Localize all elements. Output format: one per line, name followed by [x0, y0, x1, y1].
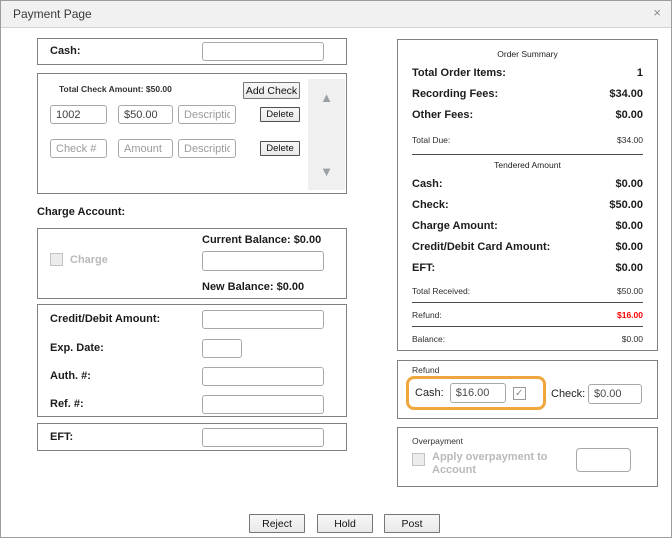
overpayment-title: Overpayment	[412, 436, 463, 446]
delete-check-button[interactable]: Delete	[260, 107, 300, 122]
card-group: Credit/Debit Amount: Exp. Date: Auth. #:…	[37, 304, 347, 417]
refund-cash-checkbox[interactable]: ✓	[513, 387, 526, 400]
total-check-amount-label: Total Check Amount: $50.00	[59, 84, 172, 94]
refund-value: $16.00	[617, 310, 643, 320]
checks-group: Total Check Amount: $50.00 Add Check Del…	[37, 73, 347, 194]
balance-label: Balance:	[412, 334, 445, 344]
summary-row-value: 1	[637, 67, 643, 79]
refund-group: Refund Cash: ✓ Check:	[397, 360, 658, 419]
scroll-up-icon[interactable]: ▲	[320, 91, 333, 104]
charge-account-label: Charge Account:	[37, 206, 125, 218]
hold-button[interactable]: Hold	[317, 514, 373, 533]
charge-checkbox-label: Charge	[70, 254, 108, 266]
charge-amount-input[interactable]	[202, 251, 324, 271]
summary-row-value: $0.00	[615, 178, 643, 190]
ref-number-input[interactable]	[202, 395, 324, 414]
checkmark-icon: ✓	[515, 388, 523, 399]
titlebar: Payment Page ×	[1, 1, 671, 28]
order-summary-group: Order Summary Total Order Items: 1 Recor…	[397, 39, 658, 351]
summary-row-label: Recording Fees:	[412, 88, 498, 100]
exp-date-label: Exp. Date:	[50, 342, 104, 354]
check-number-input[interactable]	[50, 105, 107, 124]
cash-input[interactable]	[202, 42, 324, 61]
order-summary-title: Order Summary	[412, 44, 643, 62]
current-balance-label: Current Balance: $0.00	[202, 234, 321, 246]
summary-row-value: $0.00	[615, 109, 643, 121]
refund-check-label: Check:	[551, 388, 585, 400]
summary-row-label: Credit/Debit Card Amount:	[412, 241, 550, 253]
summary-row: Other Fees: $0.00	[412, 104, 643, 125]
total-due-row: Total Due: $34.00	[412, 125, 643, 154]
exp-date-input[interactable]	[202, 339, 242, 358]
scrollbar[interactable]: ▲ ▼	[308, 79, 345, 190]
credit-debit-amount-input[interactable]	[202, 310, 324, 329]
charge-checkbox[interactable]	[50, 253, 63, 266]
credit-debit-amount-label: Credit/Debit Amount:	[50, 313, 160, 325]
overpayment-checkbox-label: Apply overpayment to Account	[432, 451, 554, 477]
summary-row: Charge Amount: $0.00	[412, 215, 643, 236]
total-received-label: Total Received:	[412, 286, 470, 296]
refund-label: Refund:	[412, 310, 442, 320]
overpayment-checkbox[interactable]	[412, 453, 425, 466]
summary-row-value: $50.00	[609, 199, 643, 211]
summary-row: Cash: $0.00	[412, 173, 643, 194]
total-due-label: Total Due:	[412, 135, 450, 145]
summary-row-label: EFT:	[412, 262, 435, 274]
summary-row-value: $34.00	[609, 88, 643, 100]
cash-group: Cash:	[37, 38, 347, 65]
summary-row-label: Charge Amount:	[412, 220, 498, 232]
check-description-input[interactable]	[178, 105, 236, 124]
overpayment-group: Overpayment Apply overpayment to Account	[397, 427, 658, 487]
summary-row-label: Cash:	[412, 178, 443, 190]
summary-row: Total Order Items: 1	[412, 62, 643, 83]
eft-input[interactable]	[202, 428, 324, 447]
summary-row: Recording Fees: $34.00	[412, 83, 643, 104]
summary-row-label: Other Fees:	[412, 109, 473, 121]
window-title: Payment Page	[13, 7, 92, 21]
refund-section-title: Refund	[412, 365, 439, 375]
summary-row: Credit/Debit Card Amount: $0.00	[412, 236, 643, 257]
summary-row-value: $0.00	[615, 262, 643, 274]
total-due-value: $34.00	[617, 135, 643, 145]
refund-check-input[interactable]	[588, 384, 642, 404]
eft-group: EFT:	[37, 423, 347, 451]
summary-row-label: Check:	[412, 199, 449, 211]
summary-row-value: $0.00	[615, 241, 643, 253]
check-amount-input[interactable]	[118, 105, 173, 124]
check-amount-input[interactable]	[118, 139, 173, 158]
total-received-row: Total Received: $50.00	[412, 279, 643, 302]
charge-group: Current Balance: $0.00 Charge New Balanc…	[37, 228, 347, 299]
total-received-value: $50.00	[617, 286, 643, 296]
payment-page-window: Payment Page × Cash: Total Check Amount:…	[0, 0, 672, 538]
scroll-down-icon[interactable]: ▼	[320, 165, 333, 178]
overpayment-input[interactable]	[576, 448, 631, 472]
refund-row: Refund: $16.00	[412, 302, 643, 326]
check-number-input[interactable]	[50, 139, 107, 158]
reject-button[interactable]: Reject	[249, 514, 305, 533]
auth-number-input[interactable]	[202, 367, 324, 386]
new-balance-label: New Balance: $0.00	[202, 281, 304, 293]
cash-label: Cash:	[50, 45, 81, 57]
auth-number-label: Auth. #:	[50, 370, 91, 382]
delete-check-button[interactable]: Delete	[260, 141, 300, 156]
balance-value: $0.00	[622, 334, 643, 344]
add-check-button[interactable]: Add Check	[243, 82, 300, 99]
eft-label: EFT:	[50, 431, 73, 443]
balance-row: Balance: $0.00	[412, 326, 643, 350]
tendered-amount-title: Tendered Amount	[412, 154, 643, 173]
close-icon[interactable]: ×	[653, 6, 661, 20]
summary-row: Check: $50.00	[412, 194, 643, 215]
summary-row: EFT: $0.00	[412, 257, 643, 278]
refund-cash-input[interactable]	[450, 383, 506, 403]
summary-row-value: $0.00	[615, 220, 643, 232]
post-button[interactable]: Post	[384, 514, 440, 533]
check-description-input[interactable]	[178, 139, 236, 158]
ref-number-label: Ref. #:	[50, 398, 84, 410]
refund-cash-label: Cash:	[415, 387, 444, 399]
summary-row-label: Total Order Items:	[412, 67, 506, 79]
refund-highlight: Cash: ✓	[406, 376, 546, 410]
